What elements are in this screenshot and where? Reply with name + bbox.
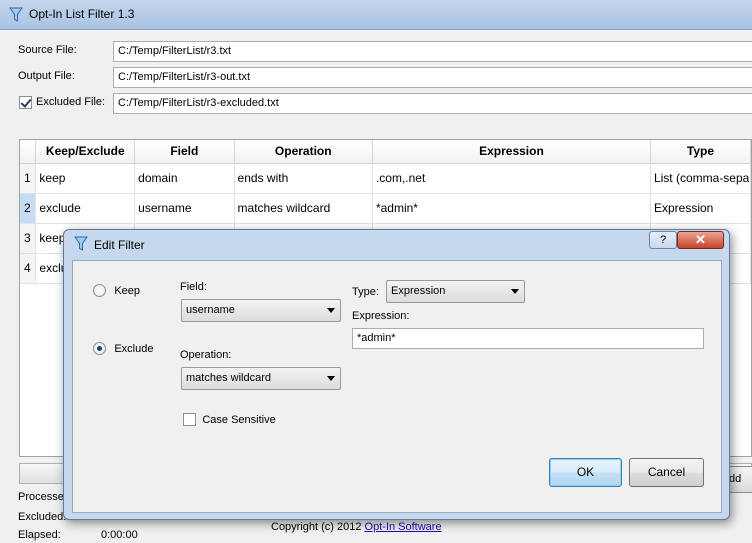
funnel-icon — [74, 236, 88, 255]
cell-field[interactable]: username — [134, 193, 235, 224]
operation-select-value: matches wildcard — [186, 372, 271, 384]
column-header[interactable]: Expression — [372, 140, 651, 164]
cell-keep[interactable]: keep — [35, 163, 136, 194]
output-file-input[interactable]: C:/Temp/FilterList/r3-out.txt — [113, 67, 752, 88]
row-number: 2 — [20, 193, 37, 224]
chevron-down-icon — [511, 289, 519, 294]
cell-field[interactable]: domain — [134, 163, 235, 194]
cell-keep[interactable]: exclude — [35, 193, 136, 224]
row-number: 4 — [20, 253, 37, 284]
field-select-value: username — [186, 304, 235, 316]
source-file-input[interactable]: C:/Temp/FilterList/r3.txt — [113, 41, 752, 62]
keep-radio-label: Keep — [114, 285, 141, 297]
column-header[interactable]: Keep/Exclude — [35, 140, 136, 164]
copyright: Copyright (c) 2012 Opt-In Software — [271, 521, 442, 533]
case-sensitive-option[interactable]: Case Sensitive — [183, 412, 276, 427]
row-number: 1 — [20, 163, 37, 194]
grid-header-row: Keep/Exclude Field Operation Expression … — [20, 140, 751, 164]
table-row[interactable]: 2 exclude username matches wildcard *adm… — [20, 193, 751, 224]
elapsed-label: Elapsed: — [18, 529, 61, 541]
exclude-radio-option[interactable]: Exclude — [93, 341, 154, 356]
column-header[interactable]: Field — [134, 140, 235, 164]
cancel-button[interactable]: Cancel — [629, 458, 704, 487]
excluded-file-label: Excluded File: — [36, 96, 106, 108]
dialog-body: Keep Exclude Field: username Operation: … — [72, 260, 722, 513]
keep-radio[interactable] — [93, 284, 106, 298]
exclude-radio-label: Exclude — [114, 343, 154, 355]
output-file-label: Output File: — [18, 70, 75, 82]
operation-select[interactable]: matches wildcard — [181, 367, 341, 390]
column-header[interactable]: Type — [650, 140, 751, 164]
field-label: Field: — [180, 281, 207, 293]
column-header[interactable]: Operation — [234, 140, 373, 164]
close-button[interactable]: ✕ — [677, 231, 724, 249]
help-button[interactable]: ? — [649, 231, 677, 249]
copyright-text: Copyright (c) 2012 — [271, 521, 365, 533]
elapsed-value: 0:00:00 — [101, 529, 138, 541]
cell-expression[interactable]: *admin* — [372, 193, 651, 224]
table-row[interactable]: 1 keep domain ends with .com,.net List (… — [20, 163, 751, 194]
field-select[interactable]: username — [181, 299, 341, 322]
dialog-title: Edit Filter — [94, 238, 145, 252]
chevron-down-icon — [327, 376, 335, 381]
chevron-down-icon — [327, 308, 335, 313]
expression-input[interactable]: *admin* — [352, 328, 704, 349]
cell-operation[interactable]: matches wildcard — [234, 193, 373, 224]
cell-type[interactable]: Expression — [650, 193, 751, 224]
source-file-label: Source File: — [18, 44, 77, 56]
operation-label: Operation: — [180, 349, 232, 361]
cell-expression[interactable]: .com,.net — [372, 163, 651, 194]
cell-operation[interactable]: ends with — [234, 163, 373, 194]
company-link[interactable]: Opt-In Software — [365, 521, 442, 533]
type-select[interactable]: Expression — [386, 280, 525, 303]
exclude-radio[interactable] — [93, 342, 106, 356]
type-label: Type: — [352, 286, 379, 298]
edit-filter-dialog: Edit Filter ? ✕ Keep Exclude Field: user… — [63, 229, 730, 520]
ok-button[interactable]: OK — [549, 458, 622, 487]
cell-type[interactable]: List (comma-sepa — [650, 163, 751, 194]
excluded-file-checkbox[interactable] — [19, 96, 32, 109]
window-titlebar: Opt-In List Filter 1.3 — [0, 0, 752, 30]
excluded-file-input[interactable]: C:/Temp/FilterList/r3-excluded.txt — [113, 93, 752, 114]
expression-label: Expression: — [352, 310, 410, 322]
grid-corner — [20, 140, 37, 164]
row-number: 3 — [20, 223, 37, 254]
excluded-label: Excluded: — [18, 511, 67, 523]
window-title: Opt-In List Filter 1.3 — [29, 7, 135, 21]
funnel-icon — [9, 7, 23, 26]
case-sensitive-checkbox[interactable] — [183, 413, 196, 427]
case-sensitive-label: Case Sensitive — [202, 414, 276, 426]
type-select-value: Expression — [391, 285, 446, 297]
keep-radio-option[interactable]: Keep — [93, 283, 141, 298]
